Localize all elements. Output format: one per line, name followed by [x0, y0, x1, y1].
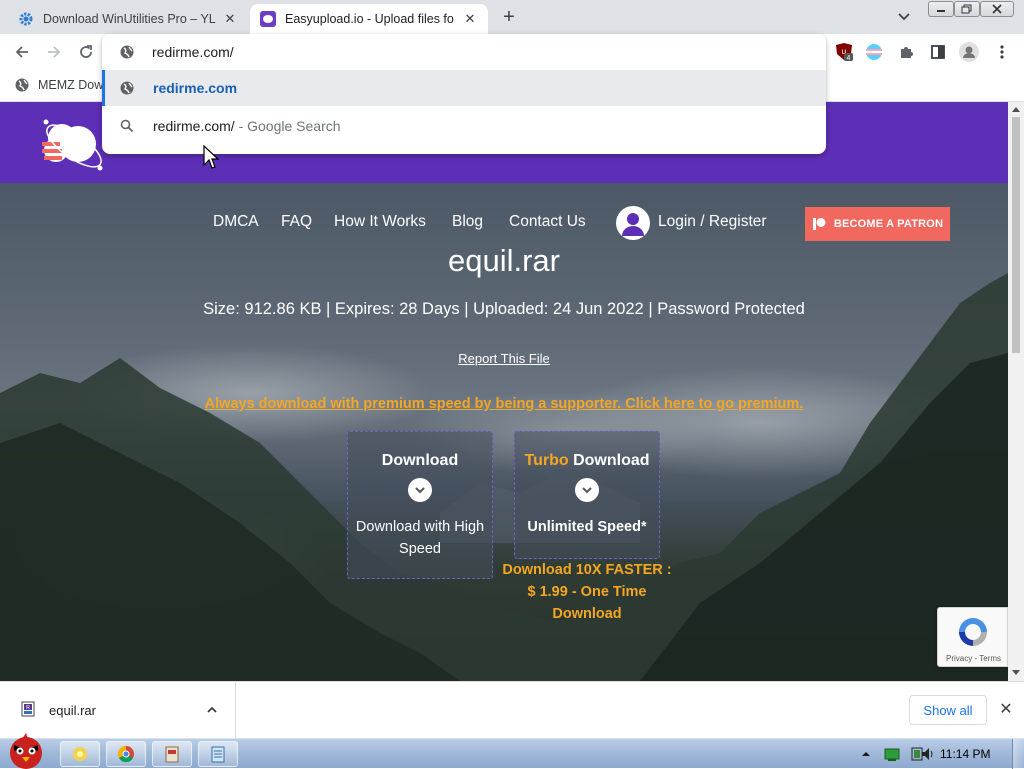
patreon-icon [812, 218, 826, 230]
kebab-menu-icon[interactable] [992, 42, 1012, 62]
chevron-down-icon [575, 478, 599, 502]
easyupload-favicon-icon [260, 11, 276, 27]
suggestion-text: redirme.com/ [153, 118, 235, 134]
turbo-price-note: Download 10X FASTER : $ 1.99 - One Time … [502, 562, 672, 622]
nav-login-register[interactable]: Login / Register [658, 213, 767, 235]
installer-icon [165, 746, 179, 763]
scrollbar-thumb[interactable] [1012, 117, 1020, 353]
patron-label: BECOME A PATRON [833, 218, 944, 230]
gear-icon [18, 11, 34, 27]
suggestion-hint: - Google Search [238, 118, 341, 134]
download-bar: R equil.rar Show all ✕ [0, 681, 1024, 739]
recaptcha-icon [959, 618, 987, 646]
turbo-download-label: Download [573, 452, 650, 469]
close-icon[interactable]: ✕ [997, 701, 1015, 719]
file-name-heading: equil.rar [448, 243, 560, 278]
suggestion-url[interactable]: redirme.com [102, 70, 826, 106]
rar-file-icon: R [21, 701, 35, 717]
tab-search-chevron-icon[interactable] [896, 10, 912, 24]
new-tab-button[interactable]: + [498, 7, 520, 28]
download-title: Download [381, 452, 459, 469]
extensions-puzzle-icon[interactable] [896, 42, 916, 62]
folder-icon [73, 747, 87, 761]
volume-icon[interactable] [920, 746, 936, 762]
reload-icon[interactable] [76, 42, 96, 62]
start-button-icon[interactable] [2, 731, 50, 769]
bookmark-label: MEMZ Dow [38, 78, 104, 92]
profile-avatar-icon[interactable] [959, 42, 979, 62]
nav-how-it-works[interactable]: How It Works [334, 213, 426, 235]
close-tab-icon[interactable]: ✕ [462, 11, 478, 27]
suggestion-text: redirme.com [153, 80, 238, 96]
taskbar-explorer[interactable] [60, 741, 100, 767]
bookmark-item[interactable]: MEMZ Dow [14, 77, 103, 93]
notepad-icon [211, 746, 225, 763]
show-desktop-button[interactable] [1012, 739, 1024, 769]
show-all-button[interactable]: Show all [909, 695, 987, 725]
globe-icon [120, 45, 134, 59]
scroll-down-icon[interactable] [1012, 670, 1020, 675]
windows-taskbar: 11:14 PM [0, 733, 1024, 769]
restore-button[interactable] [954, 1, 980, 17]
address-bar [102, 34, 826, 70]
ublock-extension-icon[interactable]: u4 [834, 42, 854, 62]
become-patron-button[interactable]: BECOME A PATRON [805, 207, 950, 241]
side-panel-icon[interactable] [928, 42, 948, 62]
nav-faq[interactable]: FAQ [281, 213, 312, 235]
globe-icon [15, 78, 29, 92]
recaptcha-terms[interactable]: Privacy - Terms [938, 654, 1008, 663]
omnibox-dropdown: redirme.com redirme.com/ - Google Search [102, 34, 826, 154]
file-meta: Size: 912.86 KB | Expires: 28 Days | Upl… [203, 300, 805, 318]
taskbar-installer[interactable] [152, 741, 192, 767]
turbo-subtitle: Unlimited Speed* [527, 519, 647, 535]
tab-easyupload[interactable]: Easyupload.io - Upload files fo ✕ [250, 4, 488, 34]
go-premium-link: Always download with premium speed by be… [204, 396, 804, 412]
download-file-name: equil.rar [49, 703, 96, 718]
flag-extension-icon[interactable] [864, 42, 884, 62]
recaptcha-badge[interactable]: Privacy - Terms [937, 607, 1008, 667]
tab-title: Download WinUtilities Pro – YL [43, 12, 216, 26]
user-avatar-icon[interactable] [616, 206, 650, 240]
nav-contact-us[interactable]: Contact Us [509, 213, 586, 235]
network-icon[interactable] [884, 746, 900, 762]
chevron-up-icon[interactable] [206, 704, 218, 716]
svg-text:4: 4 [847, 55, 851, 62]
page-scrollbar[interactable] [1008, 102, 1024, 681]
svg-text:R: R [26, 705, 30, 711]
download-button[interactable]: Download Download with High Speed [347, 431, 493, 579]
web-page: DMCA FAQ How It Works Blog Contact Us Lo… [0, 102, 1008, 681]
easyupload-logo-icon[interactable] [38, 114, 108, 174]
nav-dmca[interactable]: DMCA [213, 213, 259, 235]
tray-expand-icon[interactable] [861, 746, 871, 762]
chrome-icon [117, 745, 134, 763]
address-input[interactable] [152, 42, 792, 62]
close-tab-icon[interactable]: ✕ [222, 11, 238, 27]
nav-blog[interactable]: Blog [452, 213, 483, 235]
close-window-button[interactable] [980, 1, 1014, 17]
back-arrow-icon[interactable] [12, 42, 32, 62]
scroll-up-icon[interactable] [1012, 107, 1020, 112]
tab-winutilities[interactable]: Download WinUtilities Pro – YL ✕ [8, 4, 248, 34]
suggestion-search[interactable]: redirme.com/ - Google Search [102, 108, 826, 144]
taskbar-chrome[interactable] [106, 741, 146, 767]
tab-title: Easyupload.io - Upload files fo [285, 12, 454, 26]
tab-strip: Download WinUtilities Pro – YL ✕ Easyupl… [0, 0, 1024, 34]
download-subtitle: Download with High Speed [355, 519, 485, 557]
turbo-label: Turbo [524, 452, 569, 469]
mouse-cursor-icon [203, 145, 219, 169]
report-file-link: Report This File [458, 351, 550, 366]
system-clock[interactable]: 11:14 PM [940, 747, 990, 761]
minimize-button[interactable] [928, 1, 954, 17]
globe-icon [119, 80, 135, 96]
chevron-down-icon [408, 478, 432, 502]
search-icon [119, 118, 135, 134]
taskbar-notepad[interactable] [198, 741, 238, 767]
turbo-download-button[interactable]: Turbo Download Unlimited Speed* [514, 431, 660, 559]
forward-arrow-icon[interactable] [44, 42, 64, 62]
